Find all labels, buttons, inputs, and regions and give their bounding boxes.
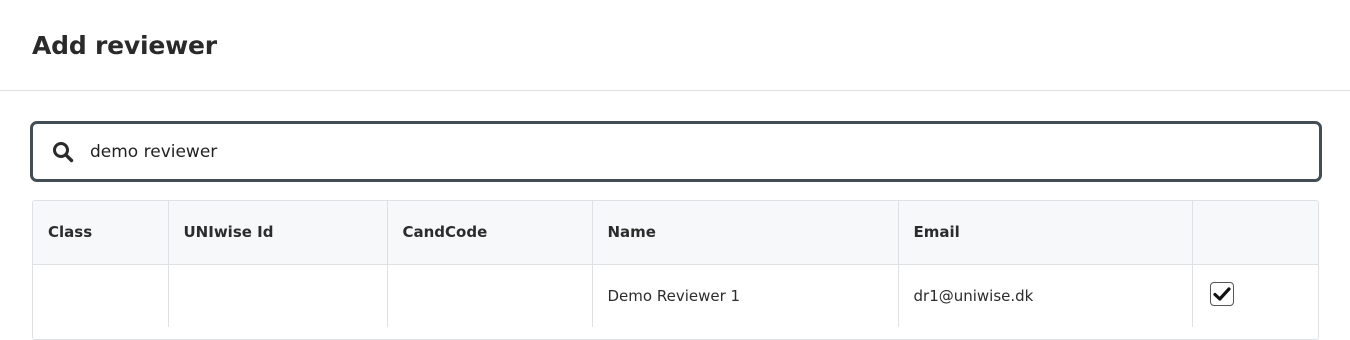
column-header-email[interactable]: Email: [898, 201, 1193, 264]
add-reviewer-dialog: Add reviewer Class UNIwise Id: [0, 0, 1350, 340]
reviewer-table: Class UNIwise Id CandCode Name Email Dem…: [32, 200, 1319, 340]
column-header-candcode[interactable]: CandCode: [387, 201, 593, 264]
dialog-header: Add reviewer: [0, 0, 1350, 91]
table-row[interactable]: Demo Reviewer 1 dr1@uniwise.dk: [33, 264, 1318, 327]
column-header-select: [1192, 201, 1318, 264]
cell-uniwise-id: [168, 264, 388, 327]
search-icon: [52, 141, 74, 163]
select-checkbox[interactable]: [1209, 281, 1234, 306]
cell-candcode: [387, 264, 593, 327]
checkmark-icon: [1212, 287, 1231, 301]
table-header-row: Class UNIwise Id CandCode Name Email: [33, 201, 1318, 264]
dialog-title: Add reviewer: [32, 30, 217, 60]
search-box[interactable]: [30, 121, 1322, 182]
cell-select: [1192, 264, 1318, 327]
cell-name: Demo Reviewer 1: [592, 264, 899, 327]
column-header-uniwise-id[interactable]: UNIwise Id: [168, 201, 388, 264]
column-header-name[interactable]: Name: [592, 201, 899, 264]
cell-email: dr1@uniwise.dk: [898, 264, 1193, 327]
cell-class: [33, 264, 169, 327]
column-header-class[interactable]: Class: [33, 201, 169, 264]
search-input[interactable]: [90, 131, 1190, 172]
